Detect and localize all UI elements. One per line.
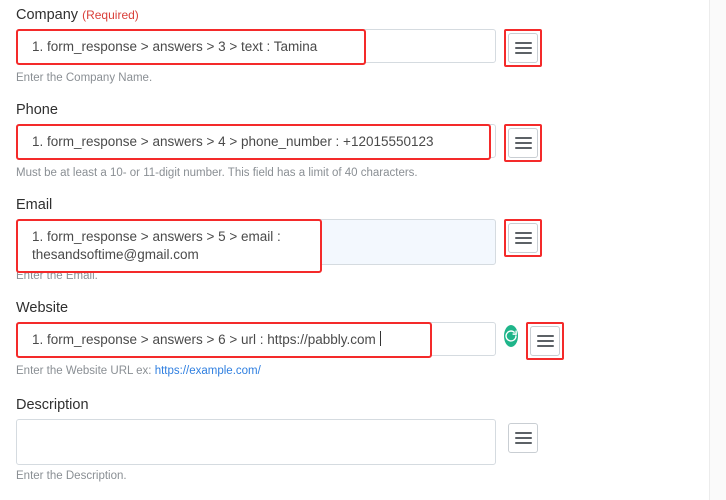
website-mapped-value[interactable]: 1. form_response > answers > 6 > url : h… xyxy=(16,322,432,358)
field-group-website: Website 1. form_response > answers > 6 >… xyxy=(16,299,564,379)
phone-mapper-highlight xyxy=(504,124,542,162)
field-row-phone: 1. form_response > answers > 4 > phone_n… xyxy=(16,124,556,162)
phone-mapped-value[interactable]: 1. form_response > answers > 4 > phone_n… xyxy=(16,124,491,160)
hamburger-icon[interactable] xyxy=(530,326,560,356)
field-label-text: Company xyxy=(16,7,79,23)
field-label-description: Description xyxy=(16,396,556,414)
page-scroll-strip[interactable] xyxy=(709,0,726,500)
field-row-website: 1. form_response > answers > 6 > url : h… xyxy=(16,322,564,360)
phone-hint: Must be at least a 10- or 11-digit numbe… xyxy=(16,167,418,179)
field-label-phone: Phone xyxy=(16,101,556,119)
email-mapped-value[interactable]: 1. form_response > answers > 5 > email :… xyxy=(16,219,322,273)
text-cursor xyxy=(379,331,381,346)
hamburger-icon[interactable] xyxy=(508,223,538,253)
field-label-text: Phone xyxy=(16,102,58,118)
website-mapped-text: 1. form_response > answers > 6 > url : h… xyxy=(32,332,376,347)
form-fields-list: Company (Required) 1. form_response > an… xyxy=(16,6,564,499)
description-hint: Enter the Description. xyxy=(16,470,127,482)
company-mapper-highlight xyxy=(504,29,542,67)
description-input[interactable] xyxy=(16,419,496,465)
field-group-description: Description Enter the Description. xyxy=(16,396,556,484)
field-group-company: Company (Required) 1. form_response > an… xyxy=(16,6,556,86)
hamburger-icon[interactable] xyxy=(508,423,538,453)
hamburger-icon[interactable] xyxy=(508,128,538,158)
hamburger-icon[interactable] xyxy=(508,33,538,63)
field-label-company: Company (Required) xyxy=(16,6,556,24)
website-example-link[interactable]: https://example.com/ xyxy=(155,365,261,377)
field-label-text: Website xyxy=(16,300,69,316)
website-hint-prefix: Enter the Website URL ex: xyxy=(16,365,155,377)
workflow-field-mapping-panel: Company (Required) 1. form_response > an… xyxy=(0,0,726,500)
description-mapper-wrap xyxy=(504,419,542,457)
website-hint: Enter the Website URL ex: https://exampl… xyxy=(16,364,556,379)
company-mapped-value[interactable]: 1. form_response > answers > 3 > text : … xyxy=(16,29,366,65)
company-hint: Enter the Company Name. xyxy=(16,72,153,84)
field-label-email: Email xyxy=(16,196,556,214)
input-wrapper-phone: 1. form_response > answers > 4 > phone_n… xyxy=(16,124,496,160)
field-group-email: Email 1. form_response > answers > 5 > e… xyxy=(16,196,556,284)
field-label-website: Website xyxy=(16,299,556,317)
field-row-description xyxy=(16,419,556,465)
input-wrapper-company: 1. form_response > answers > 3 > text : … xyxy=(16,29,496,65)
email-mapper-highlight xyxy=(504,219,542,257)
input-wrapper-description xyxy=(16,419,496,465)
field-row-company: 1. form_response > answers > 3 > text : … xyxy=(16,29,556,67)
input-wrapper-email: 1. form_response > answers > 5 > email :… xyxy=(16,219,496,273)
refresh-icon[interactable] xyxy=(504,325,518,347)
field-label-text: Email xyxy=(16,197,53,213)
required-marker: (Required) xyxy=(82,8,139,22)
input-wrapper-website: 1. form_response > answers > 6 > url : h… xyxy=(16,322,496,358)
website-mapper-highlight xyxy=(526,322,564,360)
field-label-text: Description xyxy=(16,397,89,413)
field-group-phone: Phone 1. form_response > answers > 4 > p… xyxy=(16,101,556,181)
field-row-email: 1. form_response > answers > 5 > email :… xyxy=(16,219,556,273)
